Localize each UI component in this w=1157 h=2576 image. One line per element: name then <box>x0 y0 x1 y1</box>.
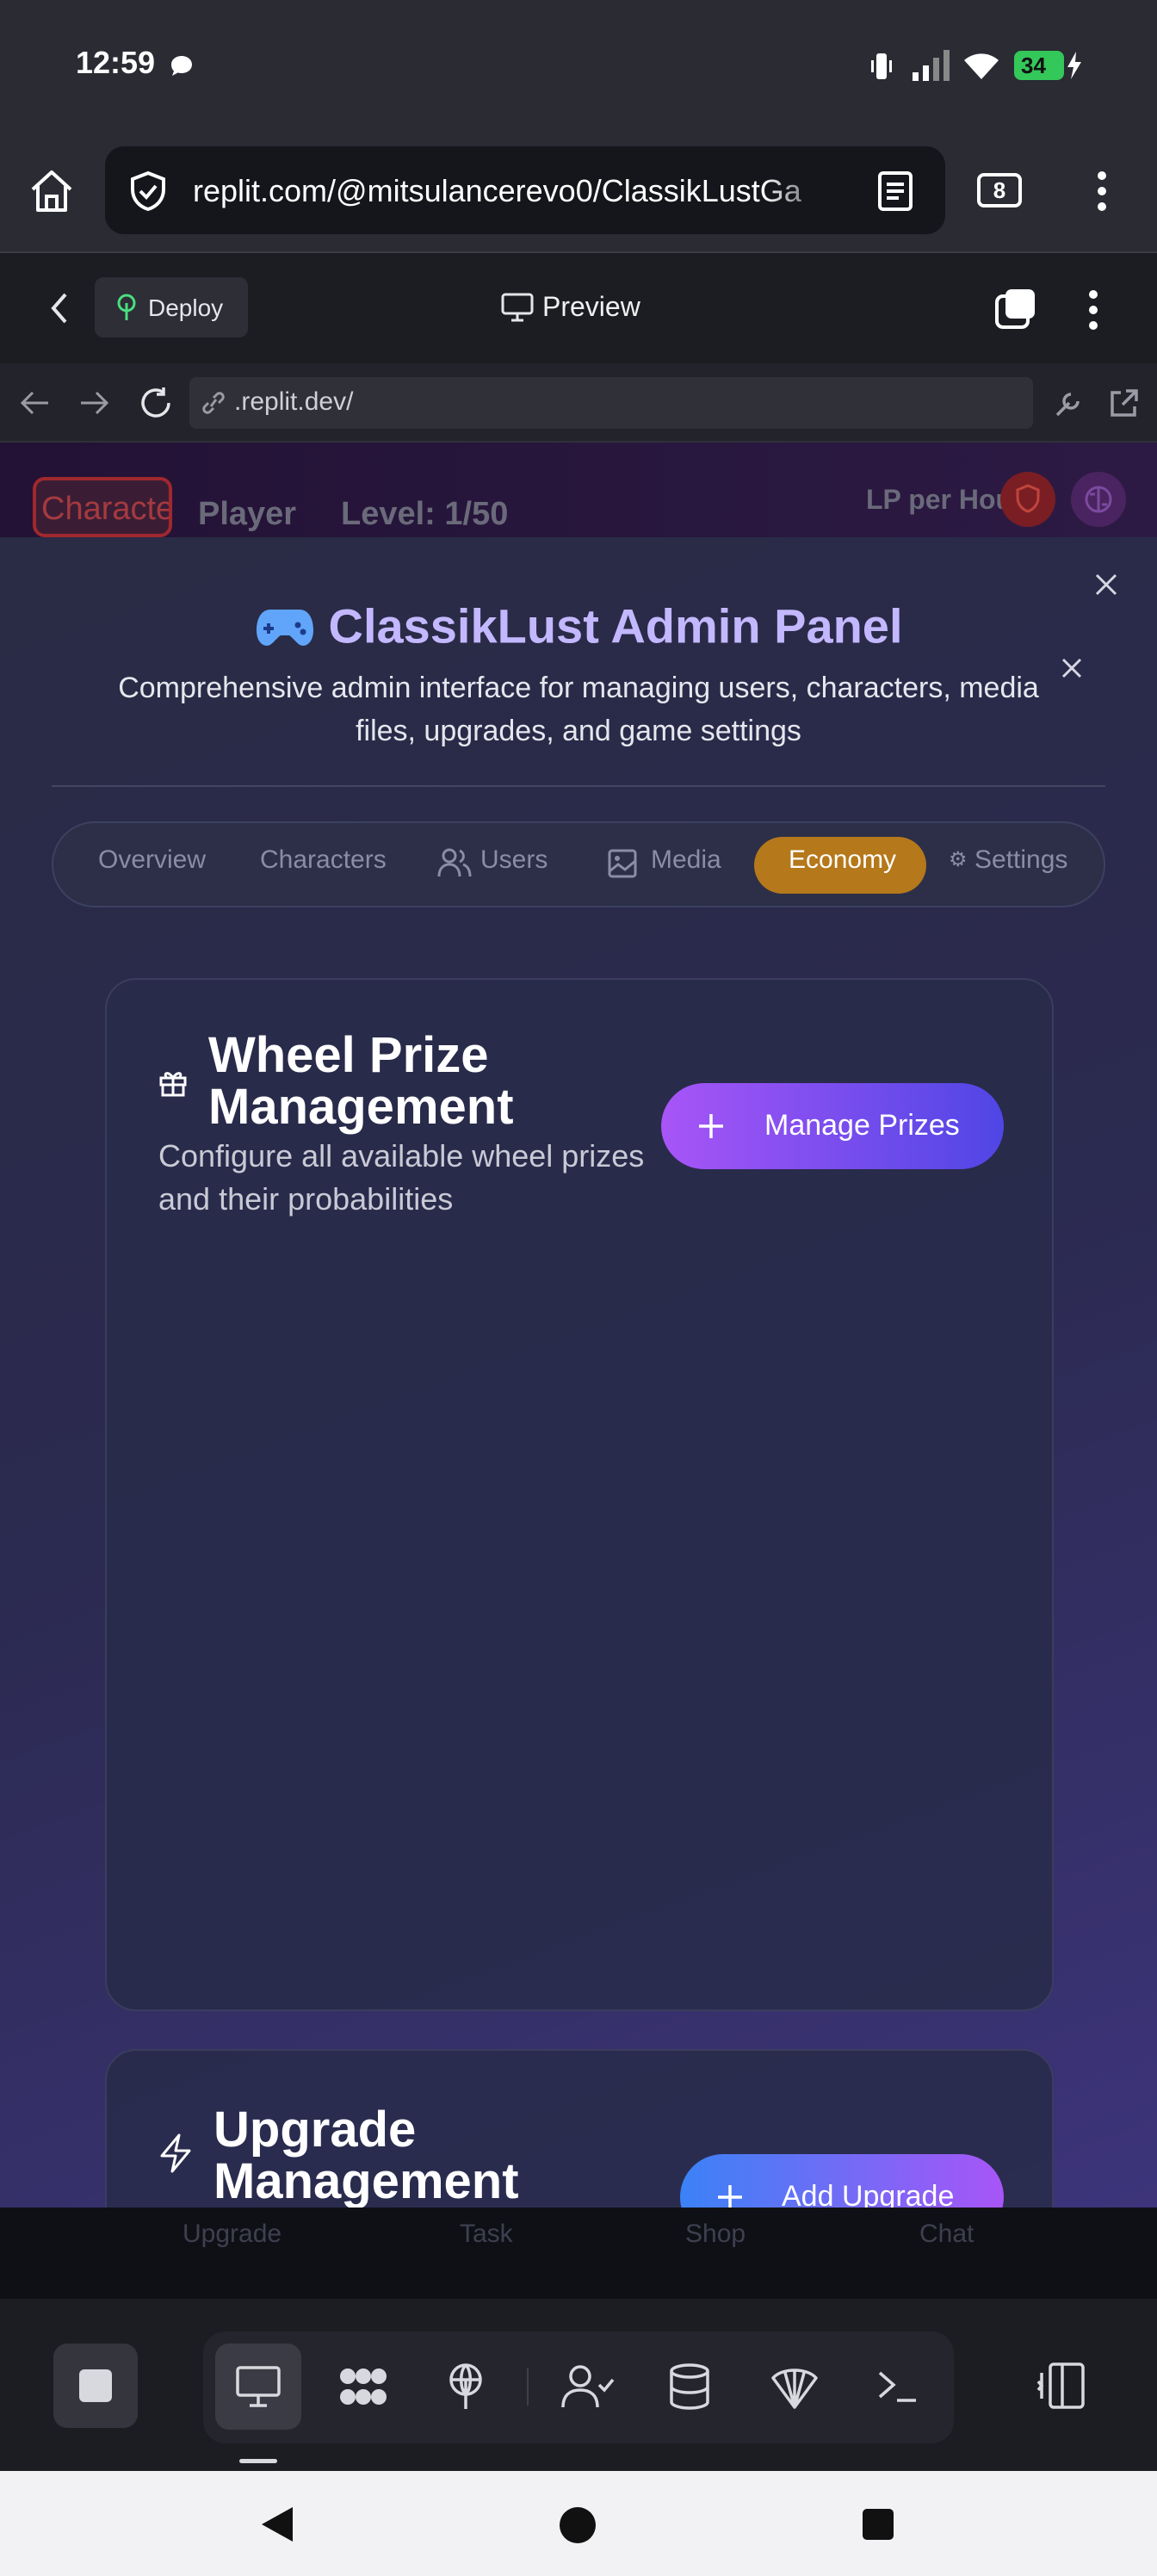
dock-active-indicator <box>239 2459 277 2463</box>
shell-icon[interactable] <box>770 2362 820 2411</box>
game-nav-chat[interactable]: Chat <box>919 2220 974 2249</box>
tab-economy[interactable]: Economy <box>789 845 896 875</box>
deployments-icon[interactable] <box>444 2362 487 2411</box>
lightning-icon <box>160 2133 191 2173</box>
devtools-wrench-icon[interactable] <box>1052 387 1085 420</box>
battery-icon: 34 <box>1014 51 1064 80</box>
game-nav-upgrade[interactable]: Upgrade <box>183 2220 282 2249</box>
wifi-icon <box>964 53 999 79</box>
preview-url-field[interactable]: .replit.dev/ <box>189 377 1033 429</box>
status-bar: 12:59 34 <box>0 0 1157 131</box>
charging-icon <box>1067 52 1081 79</box>
battery-level: 34 <box>1021 53 1046 78</box>
game-nav-shop[interactable]: Shop <box>685 2220 746 2249</box>
link-icon <box>202 392 225 414</box>
preview-back-icon[interactable] <box>17 387 52 418</box>
signal-icon <box>913 50 950 81</box>
preview-forward-icon[interactable] <box>77 387 112 418</box>
tabs-overview-icon[interactable] <box>993 288 1038 332</box>
tabs-button[interactable]: 8 <box>977 173 1022 207</box>
split-view-icon[interactable] <box>1036 2362 1085 2409</box>
android-home-icon[interactable] <box>558 2505 597 2545</box>
vibrate-icon <box>871 53 892 79</box>
open-external-icon[interactable] <box>1107 387 1140 420</box>
game-characters-button[interactable]: Characters <box>33 477 172 537</box>
users-icon <box>437 848 472 877</box>
deploy-icon <box>117 294 136 320</box>
replit-menu-icon[interactable] <box>1085 288 1102 332</box>
wheel-prize-description: Configure all available wheel prizes and… <box>158 1138 645 1217</box>
user-check-icon[interactable] <box>561 2364 615 2409</box>
game-level-label: Level: 1/50 <box>341 496 509 532</box>
game-player-label: Player <box>198 496 297 532</box>
admin-tabs: Overview Characters Users Media Economy … <box>52 821 1105 907</box>
security-shield-icon[interactable] <box>127 170 169 212</box>
admin-panel-description: Comprehensive admin interface for managi… <box>118 672 1039 747</box>
monitor-icon <box>501 293 534 322</box>
settings-gear-icon: ⚙ <box>949 848 968 871</box>
media-image-icon <box>608 849 637 878</box>
game-brain-button[interactable] <box>1071 472 1126 527</box>
shield-icon <box>1016 484 1040 513</box>
browser-menu-icon[interactable] <box>1093 169 1111 214</box>
admin-panel-title-text: ClassikLust Admin Panel <box>328 598 903 653</box>
tab-users[interactable]: Users <box>480 845 548 875</box>
deploy-label: Deploy <box>148 294 224 321</box>
dock-preview-active[interactable] <box>215 2344 301 2430</box>
manage-prizes-label: Manage Prizes <box>764 1109 960 1142</box>
tab-settings[interactable]: Settings <box>974 845 1067 875</box>
stop-button[interactable] <box>53 2344 138 2428</box>
terminal-icon[interactable] <box>876 2369 919 2404</box>
game-bottom-nav <box>0 2208 1157 2299</box>
android-recents-icon[interactable] <box>861 2507 895 2542</box>
preview-monitor-icon <box>236 2366 281 2407</box>
tab-overview[interactable]: Overview <box>98 845 206 875</box>
gift-icon <box>159 1072 187 1097</box>
back-chevron-icon[interactable] <box>46 291 72 325</box>
preview-tab-label[interactable]: Preview <box>542 291 640 323</box>
stop-icon <box>79 2369 112 2402</box>
preview-reload-icon[interactable] <box>138 386 174 422</box>
game-shield-button[interactable] <box>1000 472 1055 527</box>
dock-separator <box>527 2368 529 2406</box>
preview-url-text: .replit.dev/ <box>234 387 354 416</box>
manage-prizes-button[interactable]: Manage Prizes <box>661 1083 1004 1169</box>
home-icon[interactable] <box>28 167 76 215</box>
packages-icon[interactable] <box>337 2366 389 2407</box>
gamepad-icon <box>255 604 315 647</box>
tab-media[interactable]: Media <box>651 845 721 875</box>
tab-characters[interactable]: Characters <box>260 845 387 875</box>
plus-icon <box>699 1114 723 1138</box>
brain-icon <box>1085 486 1112 513</box>
wheel-prize-card: Wheel Prize Management Configure all ava… <box>105 978 1054 2011</box>
android-back-icon[interactable] <box>258 2504 296 2545</box>
game-nav-task[interactable]: Task <box>460 2220 513 2249</box>
database-icon[interactable] <box>668 2362 711 2411</box>
chat-notification-icon <box>171 56 192 76</box>
reader-mode-icon[interactable] <box>876 170 914 212</box>
address-text[interactable]: replit.com/@mitsulancerevo0/ClassikLustG… <box>193 173 840 209</box>
admin-panel-title: ClassikLust Admin Panel <box>0 594 1157 654</box>
deploy-button[interactable]: Deploy <box>95 277 248 337</box>
status-time: 12:59 <box>76 45 156 80</box>
upgrade-management-title: Upgrade Management <box>213 2102 519 2209</box>
divider <box>52 785 1105 787</box>
wheel-prize-title: Wheel Prize Management <box>208 1027 514 1135</box>
